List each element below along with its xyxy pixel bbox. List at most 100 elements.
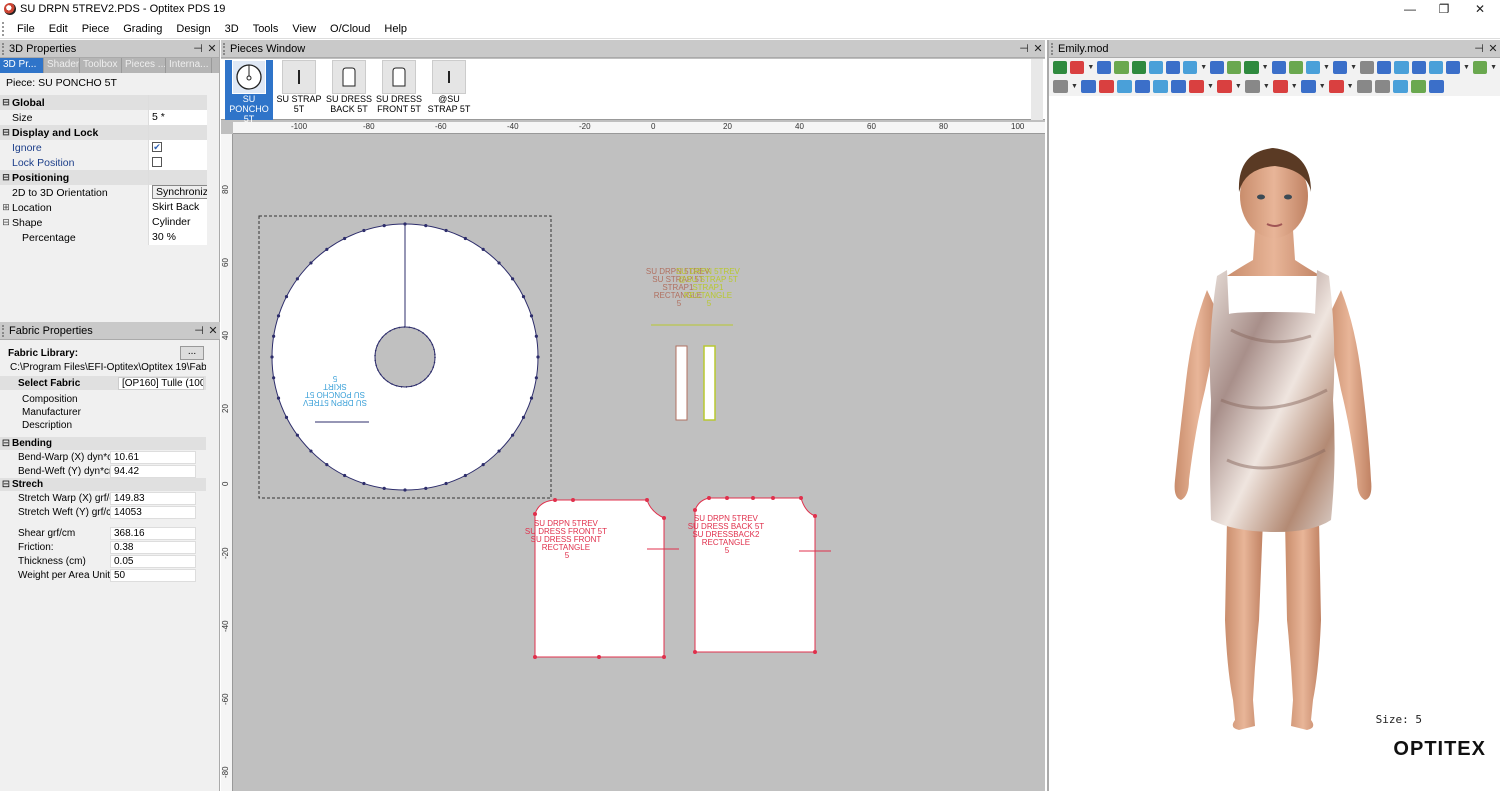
property-value[interactable]: Cylinder [148, 215, 207, 230]
check-icon[interactable] [1392, 80, 1408, 93]
landscape-icon[interactable] [1410, 80, 1426, 93]
play-icon[interactable] [1165, 61, 1181, 74]
expand-toggle-icon[interactable]: ⊟ [0, 217, 12, 228]
menu-help[interactable]: Help [377, 19, 414, 39]
expand-toggle-icon[interactable]: ⊟ [0, 127, 12, 138]
checkbox[interactable]: ✔ [152, 142, 162, 153]
pin-icon[interactable]: ⊣ [192, 324, 206, 337]
move-icon[interactable] [1360, 61, 1375, 74]
thumb-scrollbar[interactable] [1031, 59, 1043, 120]
property-value[interactable]: ✔ [148, 140, 207, 155]
zoom-icon[interactable] [1271, 61, 1286, 74]
select-icon[interactable] [1053, 80, 1068, 93]
thumb-su-strap[interactable]: SU STRAP 5T [275, 60, 323, 120]
synchronize-button[interactable]: Synchronize [152, 185, 207, 199]
pencil-icon[interactable] [1244, 80, 1260, 93]
pattern-canvas[interactable]: SU DRPN 5TREV SU PONCHO 5T SKIRT 5 SU DR… [233, 134, 1045, 791]
property-row[interactable]: Size 5 * [0, 110, 207, 125]
property-row[interactable]: Percentage 30 % [0, 230, 207, 245]
friction-field[interactable]: 0.38 [110, 540, 196, 554]
menu-view[interactable]: View [285, 19, 323, 39]
property-value[interactable] [148, 125, 207, 140]
menu-grading[interactable]: Grading [116, 19, 169, 39]
expand-toggle-icon[interactable]: ⊟ [0, 97, 12, 108]
property-value[interactable] [148, 170, 207, 185]
menu-edit[interactable]: Edit [42, 19, 75, 39]
tab-shader[interactable]: Shader [44, 58, 80, 73]
property-value[interactable]: 30 % [148, 230, 207, 245]
property-value[interactable]: Skirt Back [148, 200, 207, 215]
checkbox[interactable] [152, 157, 162, 168]
texture-icon[interactable] [1300, 80, 1316, 93]
pin-icon[interactable]: ⊣ [1472, 42, 1486, 55]
sphere-icon[interactable] [1356, 80, 1372, 93]
props-scrollbar[interactable] [207, 110, 219, 260]
close-icon[interactable]: ✕ [205, 42, 219, 55]
monitor-icon[interactable] [1445, 61, 1460, 74]
pin-icon[interactable]: ⊣ [1017, 42, 1031, 55]
arrow-down-icon[interactable] [1131, 61, 1146, 74]
view-shape-icon[interactable] [1188, 80, 1204, 93]
property-value[interactable]: Synchronize [148, 185, 207, 200]
refresh-icon[interactable] [1114, 61, 1129, 74]
thumb-su-poncho[interactable]: SU PONCHO 5T [225, 60, 273, 124]
shirt-icon[interactable] [1472, 61, 1488, 74]
view-layers-icon[interactable] [1152, 80, 1168, 93]
close-button[interactable]: ✕ [1463, 0, 1497, 18]
weight-field[interactable]: 50 [110, 568, 196, 582]
frame-icon[interactable] [1210, 61, 1225, 74]
menu-design[interactable]: Design [169, 19, 217, 39]
settings-icon[interactable] [1148, 61, 1163, 74]
recycle-icon[interactable] [1053, 61, 1068, 74]
property-group[interactable]: ⊟ Global [0, 95, 207, 110]
property-row[interactable]: 2D to 3D Orientation Synchronize [0, 185, 207, 200]
tab-3d-props[interactable]: 3D Pr... [0, 58, 44, 73]
bending-group[interactable]: ⊟ Bending [0, 437, 206, 450]
thumb-su-dress-back[interactable]: SU DRESS BACK 5T [325, 60, 373, 120]
menu-ocloud[interactable]: O/Cloud [323, 19, 377, 39]
undo-icon[interactable] [1244, 61, 1259, 74]
camera-icon[interactable] [1097, 61, 1112, 74]
bend-weft-field[interactable]: 94.42 [110, 464, 196, 478]
tab-pieces[interactable]: Pieces ... [122, 58, 166, 73]
expand-toggle-icon[interactable]: ⊞ [0, 202, 12, 213]
view-stack-icon[interactable] [1170, 80, 1186, 93]
pin-tool-icon[interactable] [1272, 80, 1288, 93]
property-row[interactable]: Ignore ✔ [0, 140, 207, 155]
tiles-icon[interactable] [1428, 61, 1443, 74]
group-icon[interactable] [1377, 61, 1392, 74]
property-group[interactable]: ⊟ Positioning [0, 170, 207, 185]
close-icon[interactable]: ✕ [1031, 42, 1045, 55]
bend-warp-field[interactable]: 10.61 [110, 450, 196, 464]
close-icon[interactable]: ✕ [206, 324, 220, 337]
grid-icon[interactable] [1394, 61, 1409, 74]
browse-button[interactable]: ... [180, 346, 204, 360]
rotate-icon[interactable] [1216, 80, 1232, 93]
fabric-select[interactable]: [OP160] Tulle (100% [118, 376, 204, 390]
menu-piece[interactable]: Piece [75, 19, 117, 39]
property-row[interactable]: ⊟ Shape Cylinder [0, 215, 207, 230]
view-cube-icon[interactable] [1116, 80, 1132, 93]
reset-icon[interactable] [1070, 61, 1085, 74]
property-value[interactable] [148, 95, 207, 110]
measure-icon[interactable] [1288, 61, 1303, 74]
pin-icon[interactable]: ⊣ [191, 42, 205, 55]
export-icon[interactable] [1428, 80, 1444, 93]
strech-group[interactable]: ⊟ Strech [0, 478, 206, 491]
view-front-icon[interactable] [1080, 80, 1096, 93]
fabric-scrollbar[interactable] [207, 360, 219, 791]
property-value[interactable]: 5 * [148, 110, 207, 125]
restore-button[interactable]: ❐ [1427, 0, 1461, 18]
screen-icon[interactable] [1332, 61, 1348, 74]
property-value[interactable] [148, 155, 207, 170]
tab-internal[interactable]: Interna... [166, 58, 212, 73]
thumb-su-dress-front[interactable]: SU DRESS FRONT 5T [375, 60, 423, 120]
marker-icon[interactable] [1305, 61, 1320, 74]
tab-toolbox[interactable]: Toolbox [80, 58, 122, 73]
property-group[interactable]: ⊟ Display and Lock [0, 125, 207, 140]
view-side-icon[interactable] [1134, 80, 1150, 93]
thumb-at-su-strap[interactable]: @SU STRAP 5T [425, 60, 473, 120]
menu-file[interactable]: File [10, 19, 42, 39]
close-icon[interactable]: ✕ [1486, 42, 1500, 55]
view-record-icon[interactable] [1098, 80, 1114, 93]
